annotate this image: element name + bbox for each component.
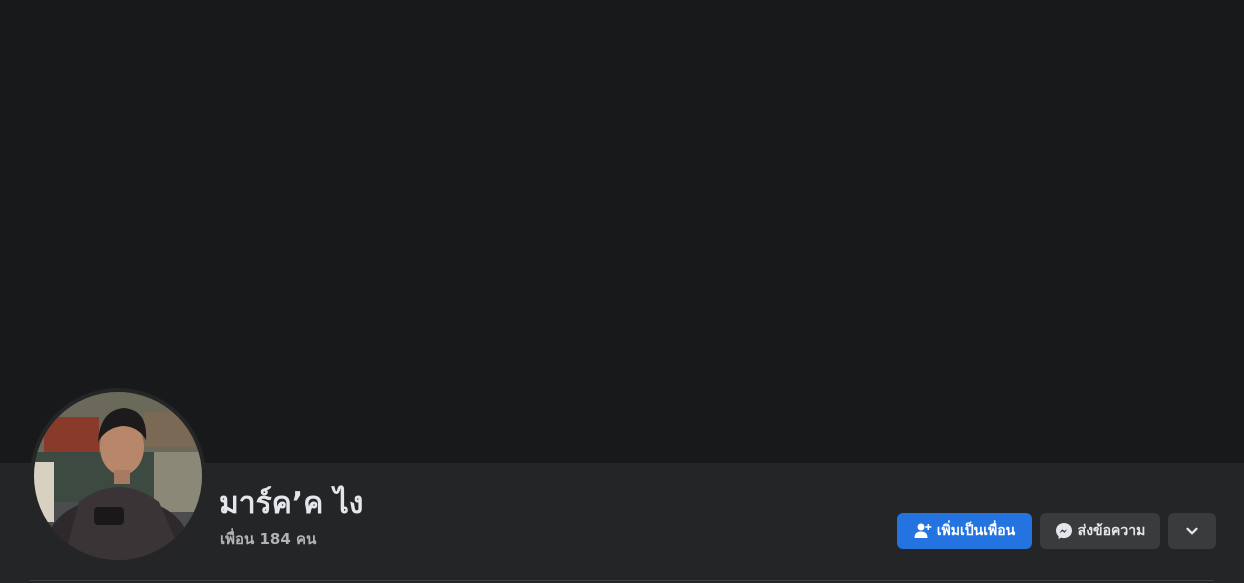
chevron-down-icon <box>1183 522 1201 540</box>
add-friend-button[interactable]: เพิ่มเป็นเพื่อน <box>897 513 1032 549</box>
message-label: ส่งข้อความ <box>1077 523 1146 539</box>
messenger-icon <box>1055 522 1073 540</box>
person-add-icon <box>914 522 932 540</box>
more-options-button[interactable] <box>1168 513 1216 549</box>
avatar[interactable] <box>34 392 202 560</box>
avatar-photo <box>34 392 202 560</box>
cover-photo[interactable] <box>0 0 1244 463</box>
divider <box>30 580 1214 581</box>
friends-count-link[interactable]: เพื่อน 184 คน <box>220 529 316 549</box>
add-friend-label: เพิ่มเป็นเพื่อน <box>936 523 1016 539</box>
profile-page: มาร์ค’ค ไง เพื่อน 184 คน เพิ่มเป็นเพื่อน… <box>0 0 1244 583</box>
message-button[interactable]: ส่งข้อความ <box>1040 513 1160 549</box>
profile-name: มาร์ค’ค ไง <box>219 486 364 521</box>
